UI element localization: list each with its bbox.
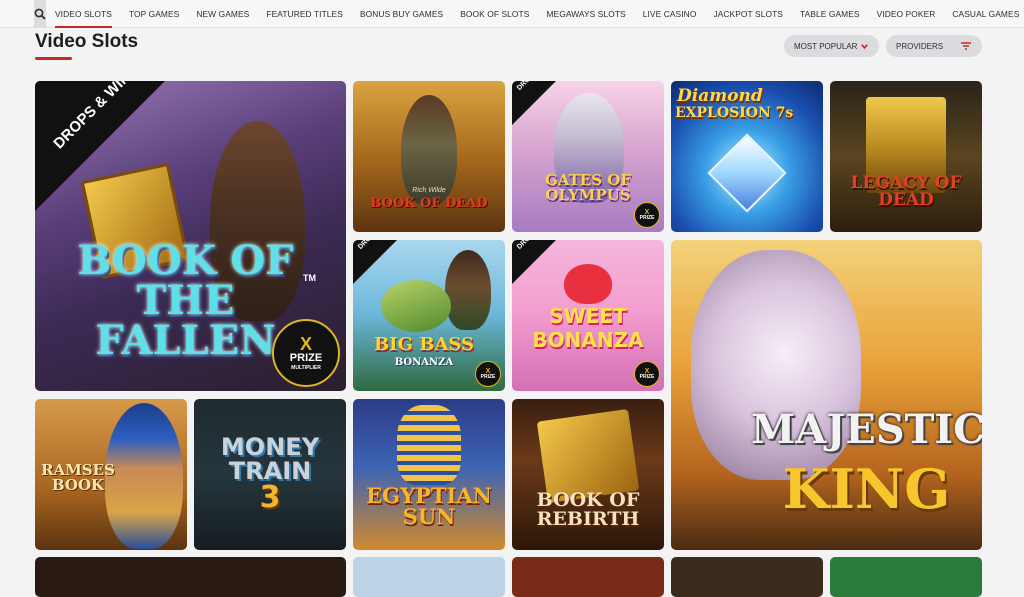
game-tile-sweet-bonanza[interactable]: DROPS & WINS SWEET BONANZA X PRIZE xyxy=(512,240,664,391)
candy-heart xyxy=(564,264,612,304)
prize-label: PRIZE xyxy=(289,352,323,364)
prize-x: X xyxy=(299,334,312,354)
game-tile-book-of-dead[interactable]: Rich Wilde BOOK OF DEAD xyxy=(353,81,505,232)
game-tile-big-bass-bonanza[interactable]: DROPS & WINS BIG BASS BONANZA X PRIZE xyxy=(353,240,505,391)
search-icon xyxy=(34,8,46,20)
game-subtitle: 3 xyxy=(259,480,281,515)
game-title: BOOK OF REBIRTH xyxy=(536,489,640,530)
tab-table-games[interactable]: TABLE GAMES xyxy=(800,0,860,28)
tab-video-slots[interactable]: VIDEO SLOTS xyxy=(55,0,112,28)
trademark: TM xyxy=(303,273,316,283)
prize-sub: MULTIPLIER xyxy=(291,365,321,371)
prize-label: PRIZE xyxy=(480,374,496,380)
tab-book-of-slots[interactable]: BOOK OF SLOTS xyxy=(460,0,529,28)
game-title: BOOK OF DEAD xyxy=(370,196,488,211)
game-subtitle: BONANZA xyxy=(394,357,454,368)
tab-new-games[interactable]: NEW GAMES xyxy=(196,0,249,28)
game-tile-partial-1[interactable] xyxy=(35,557,346,597)
bass-fish xyxy=(381,280,451,332)
sort-dropdown[interactable]: MOST POPULAR xyxy=(784,35,879,57)
prize-label: PRIZE xyxy=(639,374,655,380)
providers-label: PROVIDERS xyxy=(896,41,944,51)
game-tile-legacy-of-dead[interactable]: LEGACY OF DEAD xyxy=(830,81,982,232)
page-title: Video Slots xyxy=(35,31,139,52)
game-tile-majestic-king[interactable]: MAJESTIC KING xyxy=(671,240,982,550)
tab-megaways-slots[interactable]: MEGAWAYS SLOTS xyxy=(546,0,625,28)
title-underline xyxy=(35,57,72,60)
tab-top-games[interactable]: TOP GAMES xyxy=(129,0,179,28)
prize-badge: X PRIZE xyxy=(634,202,660,228)
game-subtitle: BONANZA xyxy=(532,328,644,352)
tab-live-casino[interactable]: LIVE CASINO xyxy=(643,0,697,28)
search-button[interactable] xyxy=(34,0,46,28)
tab-video-poker[interactable]: VIDEO POKER xyxy=(877,0,936,28)
game-title: GATES OF OLYMPUS xyxy=(545,171,631,204)
fisherman-figure xyxy=(445,250,491,330)
game-title: MAJESTIC xyxy=(751,406,982,453)
category-nav: VIDEO SLOTS TOP GAMES NEW GAMES FEATURED… xyxy=(0,0,1024,28)
game-tile-partial-4[interactable] xyxy=(671,557,823,597)
game-tile-money-train-3[interactable]: MONEY TRAIN 3 xyxy=(194,399,346,550)
game-title: Diamond xyxy=(677,86,763,106)
game-title: RAMSES BOOK xyxy=(41,461,115,494)
game-tile-gates-of-olympus[interactable]: DROPS & WINS GATES OF OLYMPUS X PRIZE xyxy=(512,81,664,232)
sort-label: MOST POPULAR xyxy=(794,41,858,51)
game-title-2: EXPLOSION 7s xyxy=(675,105,794,121)
tab-featured-titles[interactable]: FEATURED TITLES xyxy=(266,0,343,28)
filter-icon xyxy=(961,42,971,50)
game-tile-book-of-the-fallen[interactable]: DROPS & WINS BOOK OF THE FALLEN TM X PRI… xyxy=(35,81,346,391)
game-tile-partial-3[interactable] xyxy=(512,557,664,597)
category-tabs: VIDEO SLOTS TOP GAMES NEW GAMES FEATURED… xyxy=(55,0,1024,28)
game-title: LEGACY OF DEAD xyxy=(850,173,962,210)
tab-jackpot-slots[interactable]: JACKPOT SLOTS xyxy=(713,0,783,28)
game-title: BOOK OF THE FALLEN xyxy=(77,237,294,364)
chevron-down-icon xyxy=(861,43,868,49)
game-tile-book-of-rebirth[interactable]: BOOK OF REBIRTH xyxy=(512,399,664,550)
game-tile-partial-2[interactable] xyxy=(353,557,505,597)
game-title: MONEY TRAIN xyxy=(220,433,320,485)
pharaoh-mask xyxy=(397,405,461,485)
game-subtitle: KING xyxy=(782,457,951,521)
game-title: BIG BASS xyxy=(373,334,475,355)
prize-multiplier-badge: X PRIZE MULTIPLIER xyxy=(272,319,340,387)
game-subtitle: Rich Wilde xyxy=(412,187,446,194)
prize-badge: X PRIZE xyxy=(634,361,660,387)
game-tile-diamond-explosion[interactable]: Diamond EXPLOSION 7s xyxy=(671,81,823,232)
providers-filter-button[interactable]: PROVIDERS xyxy=(886,35,982,57)
game-tile-ramses-book[interactable]: RAMSES BOOK xyxy=(35,399,187,550)
tab-casual-games[interactable]: CASUAL GAMES xyxy=(952,0,1019,28)
prize-label: PRIZE xyxy=(639,215,655,221)
tab-bonus-buy-games[interactable]: BONUS BUY GAMES xyxy=(360,0,443,28)
game-title: SWEET xyxy=(549,304,627,328)
game-tile-egyptian-sun[interactable]: EGYPTIAN SUN xyxy=(353,399,505,550)
game-tile-partial-5[interactable] xyxy=(830,557,982,597)
prize-badge: X PRIZE xyxy=(475,361,501,387)
game-title: EGYPTIAN SUN xyxy=(366,483,492,529)
